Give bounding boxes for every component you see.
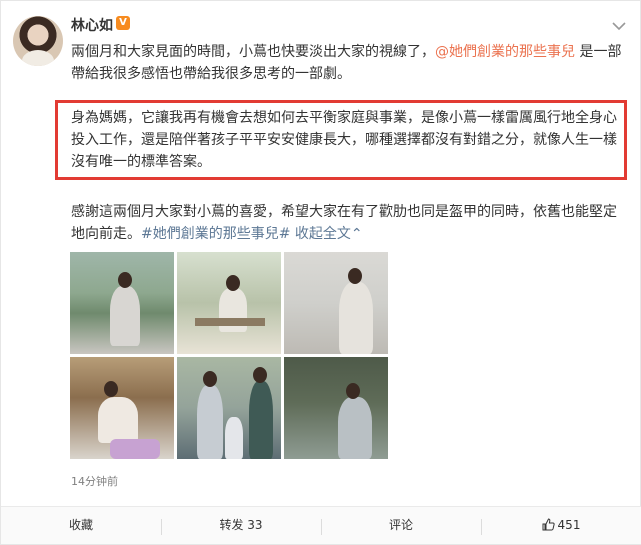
hashtag-link[interactable]: #她們創業的那些事兒# bbox=[141, 226, 290, 242]
weibo-post-card: 林心如 V 兩個月和大家見面的時間，小蔦也快要淡出大家的視線了，@她們創業的那些… bbox=[0, 0, 641, 545]
favorite-button[interactable]: 收藏 bbox=[1, 507, 161, 545]
vip-badge-icon: V bbox=[116, 16, 130, 30]
repost-button[interactable]: 转发 33 bbox=[161, 507, 321, 545]
thumbs-up-icon bbox=[542, 509, 555, 545]
photo-thumbnail[interactable] bbox=[284, 357, 388, 459]
post-intro: 兩個月和大家見面的時間，小蔦也快要淡出大家的視線了，@她們創業的那些事兒 是一部… bbox=[71, 41, 626, 85]
timestamp[interactable]: 14分钟前 bbox=[71, 473, 118, 489]
username[interactable]: 林心如 bbox=[71, 15, 113, 35]
chevron-down-icon[interactable] bbox=[612, 17, 626, 31]
photo-grid bbox=[70, 252, 390, 459]
avatar[interactable] bbox=[13, 16, 63, 66]
like-button[interactable]: 451 bbox=[481, 507, 641, 545]
collapse-link[interactable]: 收起全文 bbox=[290, 226, 351, 242]
collapse-arrow-icon[interactable]: ⌃ bbox=[351, 226, 363, 242]
intro-text: 兩個月和大家見面的時間，小蔦也快要淡出大家的視線了， bbox=[71, 44, 435, 60]
post-closing: 感謝這兩個月大家對小蔦的喜愛，希望大家在有了歡肋也同是盔甲的同時，依舊也能堅定地… bbox=[71, 201, 626, 245]
photo-thumbnail[interactable] bbox=[177, 252, 281, 354]
like-count: 451 bbox=[557, 518, 581, 532]
mention-link[interactable]: @她們創業的那些事兒 bbox=[435, 44, 575, 60]
comment-button[interactable]: 评论 bbox=[321, 507, 481, 545]
photo-thumbnail[interactable] bbox=[177, 357, 281, 459]
photo-thumbnail[interactable] bbox=[284, 252, 388, 354]
photo-thumbnail[interactable] bbox=[70, 252, 174, 354]
photo-thumbnail[interactable] bbox=[70, 357, 174, 459]
highlighted-paragraph: 身為媽媽，它讓我再有機會去想如何去平衡家庭與事業，是像小蔦一樣雷厲風行地全身心投… bbox=[71, 110, 617, 170]
action-bar: 收藏 转发 33 评论 451 bbox=[1, 506, 641, 544]
